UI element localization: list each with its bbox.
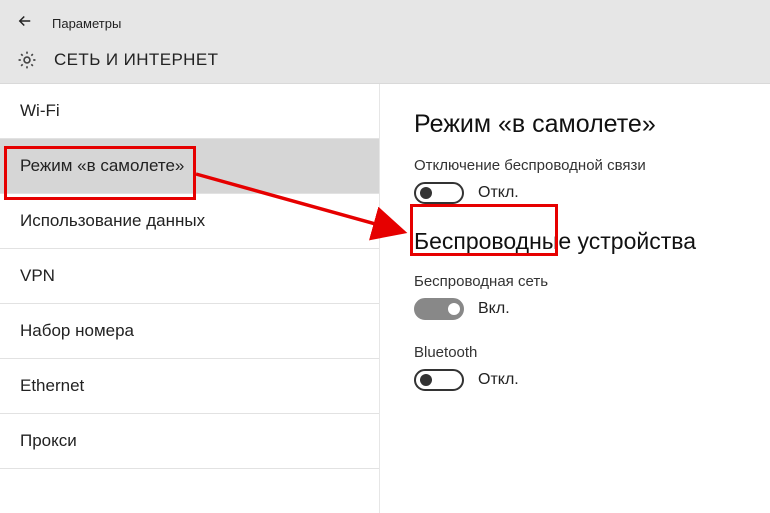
sidebar-item-2[interactable]: Использование данных	[0, 194, 379, 249]
page-heading: Режим «в самолете»	[414, 110, 744, 139]
bluetooth-row: Откл.	[414, 369, 744, 391]
sidebar-item-4[interactable]: Набор номера	[0, 304, 379, 359]
settings-header: Параметры СЕТЬ И ИНТЕРНЕТ	[0, 0, 770, 84]
airplane-mode-label: Отключение беспроводной связи	[414, 157, 744, 174]
bluetooth-state: Откл.	[478, 371, 519, 389]
sidebar-item-6[interactable]: Прокси	[0, 414, 379, 469]
content-pane: Режим «в самолете» Отключение беспроводн…	[380, 84, 770, 513]
wifi-row: Вкл.	[414, 298, 744, 320]
back-arrow-icon[interactable]	[16, 12, 34, 35]
section-title: СЕТЬ И ИНТЕРНЕТ	[54, 50, 218, 70]
airplane-mode-state: Откл.	[478, 184, 519, 202]
bluetooth-toggle[interactable]	[414, 369, 464, 391]
sidebar: Wi-FiРежим «в самолете»Использование дан…	[0, 84, 380, 513]
sidebar-item-3[interactable]: VPN	[0, 249, 379, 304]
wifi-state: Вкл.	[478, 300, 510, 318]
airplane-mode-row: Откл.	[414, 182, 744, 204]
gear-icon	[16, 49, 38, 71]
airplane-mode-toggle[interactable]	[414, 182, 464, 204]
wifi-toggle[interactable]	[414, 298, 464, 320]
wireless-devices-heading: Беспроводные устройства	[414, 228, 744, 255]
wifi-toggle-label: Беспроводная сеть	[414, 273, 744, 290]
sidebar-item-1[interactable]: Режим «в самолете»	[0, 139, 379, 194]
bluetooth-toggle-label: Bluetooth	[414, 344, 744, 361]
sidebar-item-5[interactable]: Ethernet	[0, 359, 379, 414]
sidebar-item-0[interactable]: Wi-Fi	[0, 84, 379, 139]
window-title: Параметры	[52, 16, 121, 31]
